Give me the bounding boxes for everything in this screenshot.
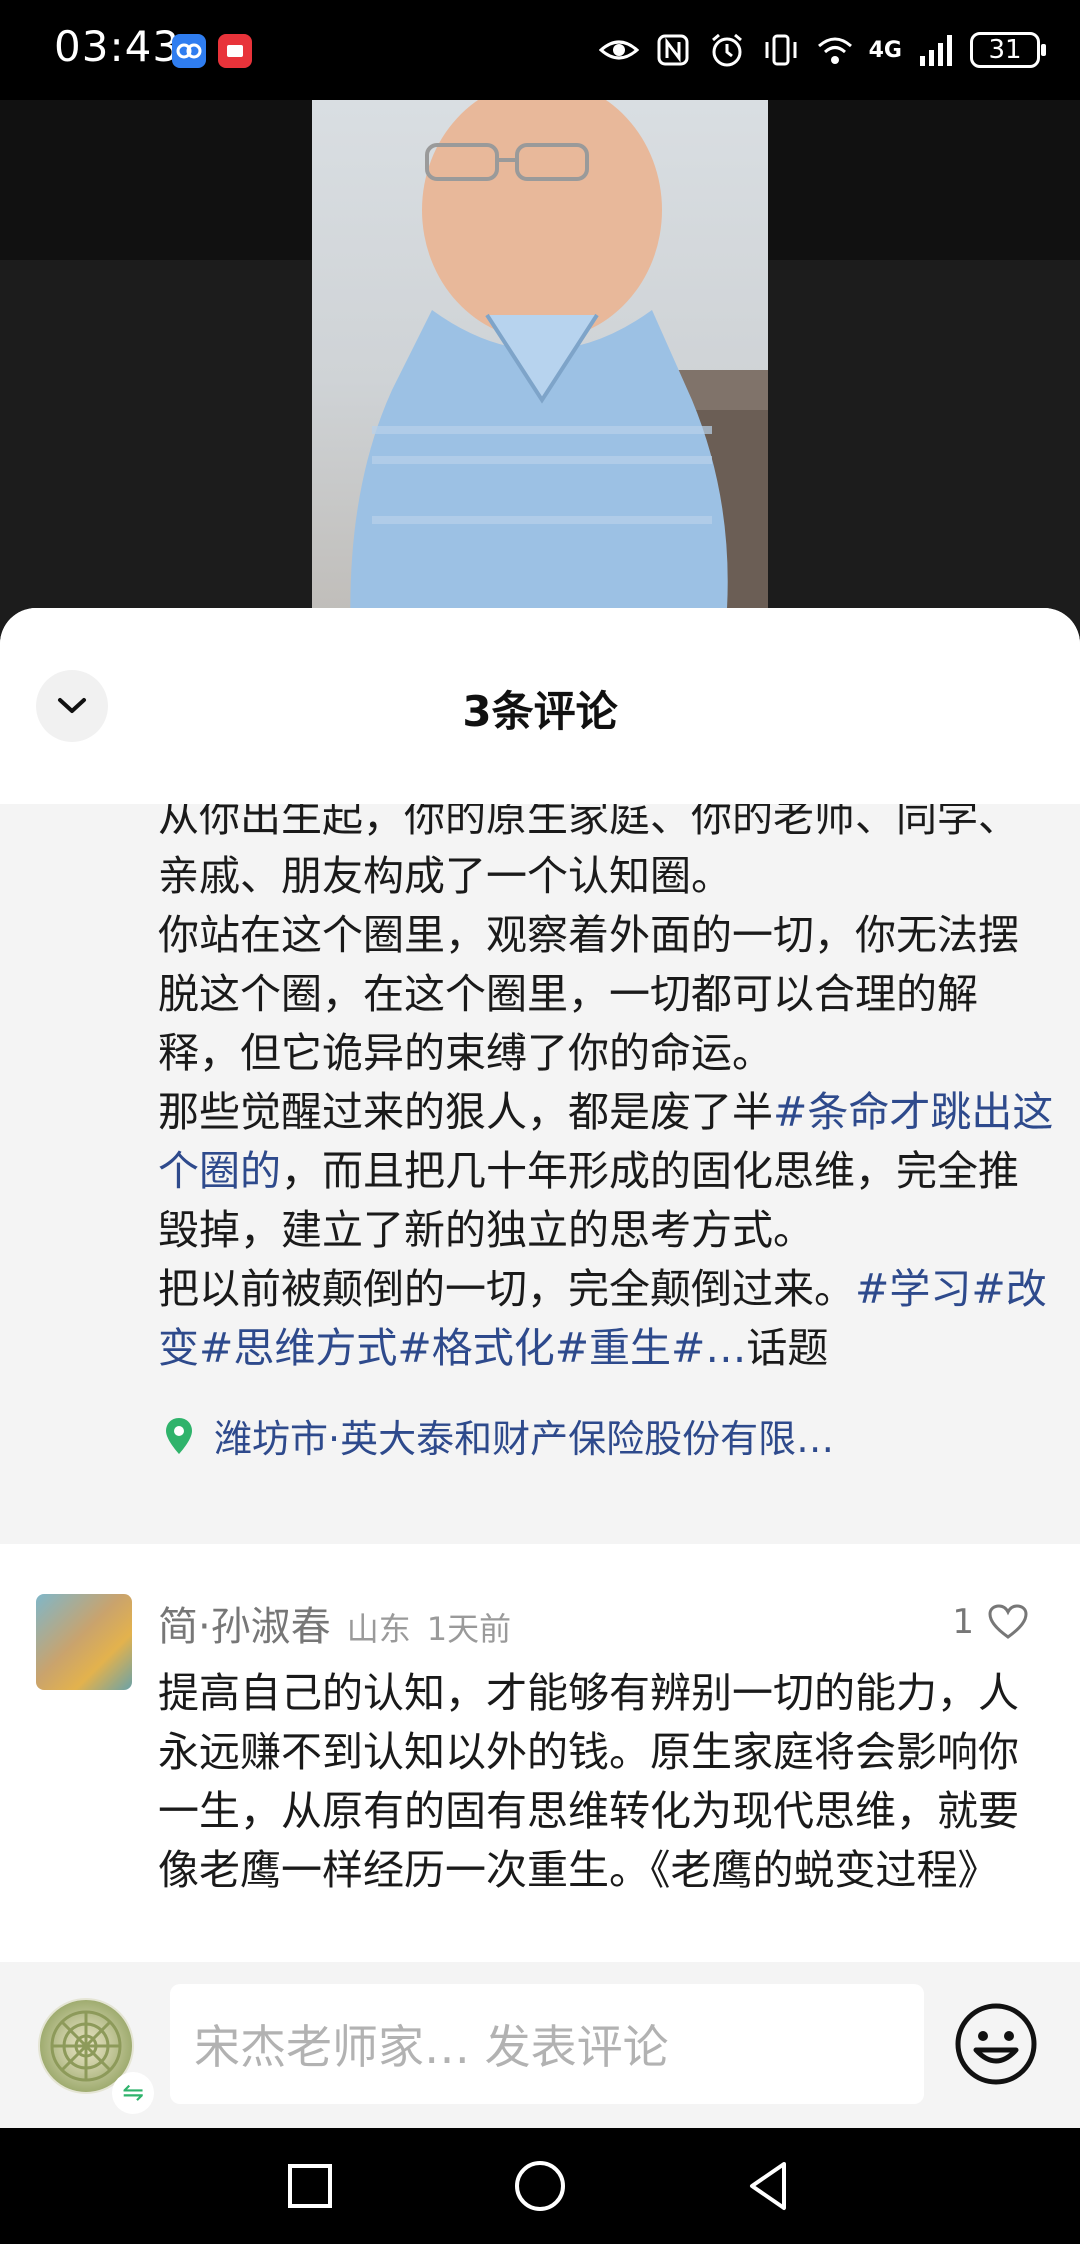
network-label: 4G — [868, 37, 902, 63]
status-time: 03:43 — [54, 22, 181, 71]
recent-apps-icon[interactable] — [280, 2156, 340, 2216]
comment-sheet: 从你出生起，你的原生家庭、你的老师、同学、亲戚、朋友构成了一个认知圈。你站在这个… — [0, 608, 1080, 2128]
location-label: 潍坊市·英大泰和财产保险股份有限… — [214, 1417, 835, 1461]
location-link[interactable]: 潍坊市·英大泰和财产保险股份有限… — [164, 1408, 834, 1463]
comment-author[interactable]: 简·孙淑春 — [158, 1594, 331, 1652]
battery-level: 31 — [988, 35, 1022, 65]
heart-icon — [988, 1604, 1028, 1639]
comment-time: 1天前 — [426, 1610, 512, 1648]
app-red-icon — [218, 34, 252, 68]
post-paragraph: 你站在这个圈里，观察着外面的一切，你无法摆脱这个圈，在这个圈里，一切都可以合理的… — [158, 906, 1058, 1083]
location-pin-icon — [166, 1417, 192, 1454]
post-text-segment: 那些觉醒过来的狠人，都是废了半 — [158, 1088, 773, 1136]
comment-region: 山东 — [346, 1610, 411, 1648]
comment-header: 简·孙淑春 山东 1天前 — [158, 1594, 511, 1652]
like-button[interactable]: 1 — [952, 1602, 1028, 1642]
comment-input[interactable]: 宋杰老师家… 发表评论 — [170, 1984, 924, 2104]
video-frame[interactable] — [312, 100, 768, 660]
comment-item: 简·孙淑春 山东 1天前 1 提高自己的认知，才能够有辨别一切的能力，人永远赚不… — [0, 1544, 1080, 2014]
post-text-segment: 把以前被颠倒的一切，完全颠倒过来。 — [158, 1265, 855, 1313]
signal-icon — [920, 35, 952, 66]
like-count: 1 — [952, 1602, 974, 1642]
home-icon[interactable] — [510, 2156, 570, 2216]
post-text-segment: 从你出生起，你的原生家庭、你的老师、同学、亲戚、朋友构成了一个认知圈。 — [158, 804, 1019, 900]
vibrate-icon — [765, 34, 797, 66]
sheet-header: 3条评论 — [0, 608, 1080, 804]
system-nav-bar — [0, 2128, 1080, 2244]
post-text-segment: 话题 — [746, 1324, 829, 1372]
battery-icon: 31 — [970, 32, 1046, 68]
post-paragraph: 从你出生起，你的原生家庭、你的老师、同学、亲戚、朋友构成了一个认知圈。 — [158, 804, 1058, 906]
alarm-icon — [711, 33, 742, 67]
video-person-image — [350, 100, 768, 660]
post-text: 从你出生起，你的原生家庭、你的老师、同学、亲戚、朋友构成了一个认知圈。你站在这个… — [158, 804, 1058, 1378]
emoji-icon[interactable] — [952, 2000, 1040, 2088]
post-text-segment: ，而且把几十年形成的固化思维，完全推毁掉，建立了新的独立的思考方式。 — [158, 1147, 1019, 1254]
comment-input-bar: ⇋ 宋杰老师家… 发表评论 — [0, 1962, 1080, 2128]
nfc-icon — [657, 34, 689, 66]
comment-count-title: 3条评论 — [462, 687, 618, 736]
post-content: 从你出生起，你的原生家庭、你的老师、同学、亲戚、朋友构成了一个认知圈。你站在这个… — [0, 804, 1080, 1544]
post-text-segment: 你站在这个圈里，观察着外面的一切，你无法摆脱这个圈，在这个圈里，一切都可以合理的… — [158, 911, 1019, 1077]
comment-text: 提高自己的认知，才能够有辨别一切的能力，人永远赚不到认知以外的钱。原生家庭将会影… — [158, 1669, 1019, 1894]
video-area[interactable] — [0, 100, 1080, 660]
eye-icon — [598, 40, 639, 60]
status-bar: 03:43 4G 31 — [0, 0, 1080, 100]
back-icon[interactable] — [740, 2156, 800, 2216]
comment-avatar[interactable] — [36, 1594, 132, 1690]
post-paragraph: 把以前被颠倒的一切，完全颠倒过来。#学习#改变#思维方式#格式化#重生#…话题 — [158, 1260, 1058, 1378]
wifi-icon — [817, 37, 852, 64]
swap-account-icon[interactable]: ⇋ — [112, 2072, 154, 2114]
app-blue-icon — [172, 34, 206, 68]
post-paragraph: 那些觉醒过来的狠人，都是废了半#条命才跳出这个圈的，而且把几十年形成的固化思维，… — [158, 1083, 1058, 1260]
